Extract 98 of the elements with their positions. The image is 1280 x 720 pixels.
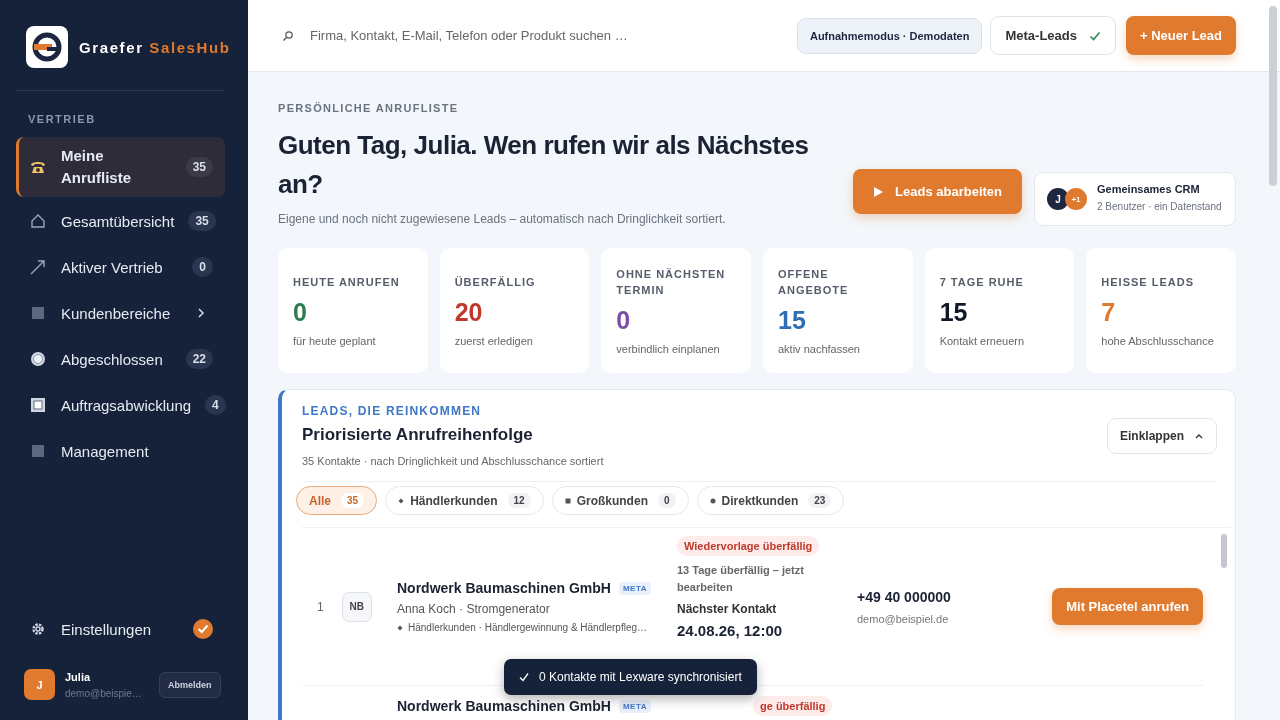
- stat-note: verbindlich einplanen: [616, 343, 721, 355]
- stat-note: Kontakt erneuern: [939, 335, 1026, 347]
- nav-item[interactable]: Aktiver Vertrieb 0: [16, 245, 225, 289]
- mode-badge: Aufnahmemodus · Demodaten: [796, 17, 983, 54]
- settings-item[interactable]: Einstellungen: [16, 607, 225, 651]
- square-icon: [29, 304, 47, 322]
- square-icon: [29, 442, 47, 460]
- company-avatar: NB: [341, 591, 372, 622]
- source-tag: META: [618, 699, 651, 713]
- page-subtitle: Eigene und noch nicht zugewiesene Leads – automatisch nach Dringlichkeit sortiert.: [278, 212, 727, 226]
- stat-label: HEISSE LEADS: [1101, 275, 1195, 290]
- square-icon: [29, 396, 47, 414]
- crm-subtitle: 2 Benutzer · ein Datenstand: [1097, 200, 1222, 214]
- count-badge: 4: [205, 395, 226, 415]
- count-badge: 35: [188, 211, 216, 231]
- count-badge: 23: [808, 493, 832, 508]
- stat-value: 15: [778, 306, 807, 335]
- nav-label: Kundenbereiche: [61, 304, 171, 322]
- user-avatar: J: [1047, 188, 1069, 210]
- stat-note: aktiv nachfassen: [778, 343, 861, 355]
- email-address: demo@beispiel.de: [857, 612, 950, 625]
- status-badge: ge überfällig: [753, 696, 833, 716]
- app-name: Graefer SalesHub: [79, 38, 231, 56]
- diamond-icon: [397, 624, 403, 631]
- section-title: Priorisierte Anrufreihenfolge: [302, 425, 534, 445]
- stat-value: 7: [1101, 298, 1117, 327]
- filter-chip[interactable]: Direktkunden 23: [696, 486, 845, 515]
- nav-label: Management: [61, 442, 149, 460]
- page-title: Guten Tag, Julia. Wen rufen wir als Nächstes an?: [278, 129, 810, 201]
- stat-label: OFFENE ANGEBOTE: [778, 267, 850, 298]
- section-subtitle: 35 Kontakte · nach Dringlichkeit und Abschlusschance sortiert: [302, 455, 604, 467]
- stat-note: zuerst erledigen: [454, 335, 534, 347]
- nav-label: Meine Anrufliste: [61, 146, 132, 188]
- stat-label: HEUTE ANRUFEN: [293, 275, 401, 290]
- source-tag: META: [618, 581, 651, 595]
- nav-label: Abgeschlossen: [61, 350, 163, 368]
- nav-item[interactable]: Auftragsabwicklung 4: [16, 383, 225, 427]
- section-eyebrow: LEADS, DIE REINKOMMEN: [302, 404, 483, 418]
- stat-value: 20: [454, 298, 484, 327]
- stat-label: ÜBERFÄLLIG: [454, 275, 537, 290]
- eyebrow: PERSÖNLICHE ANRUFLISTE: [278, 102, 460, 114]
- search-field[interactable]: Firma, Kontakt, E-Mail, Telefon oder Produkt suchen …: [282, 27, 787, 44]
- user-avatar: J: [24, 669, 55, 700]
- meta-leads-button[interactable]: Meta-Leads: [990, 16, 1116, 55]
- count-badge: 35: [341, 493, 365, 508]
- status-badge: Wiedervorlage überfällig: [677, 536, 820, 556]
- user-avatar: +1: [1065, 188, 1087, 210]
- nav-label: Gesamtübersicht: [61, 212, 175, 230]
- overdue-text: 13 Tage überfällig – jetzt bearbeiten: [677, 563, 805, 595]
- logout-button[interactable]: Abmelden: [159, 671, 221, 698]
- next-contact-date: 24.08.26, 12:00: [677, 622, 783, 639]
- stat-value: 15: [939, 298, 969, 327]
- nav-item[interactable]: Management: [16, 429, 225, 473]
- filter-chip[interactable]: Großkunden 0: [551, 486, 689, 515]
- stat-label: OHNE NÄCHSTEN TERMIN: [616, 267, 727, 298]
- filter-chip[interactable]: Alle 35: [296, 486, 378, 515]
- nav-item[interactable]: Abgeschlossen 22: [16, 337, 225, 381]
- nav-item[interactable]: Kundenbereiche: [16, 291, 225, 335]
- count-badge: 12: [507, 493, 531, 508]
- section-label: VERTRIEB: [27, 113, 97, 125]
- toast-text: 0 Kontakte mit Lexware synchronisiert: [539, 670, 742, 684]
- user-name: Julia: [65, 670, 92, 683]
- check-icon: [519, 672, 529, 682]
- arrow-icon: [29, 258, 47, 276]
- count-badge: 35: [185, 157, 213, 177]
- nav-item[interactable]: Meine Anrufliste 35: [16, 137, 225, 197]
- segment-text: Händlerkunden · Händlergewinnung & Händlerpfleg…: [408, 622, 648, 633]
- filter-chip[interactable]: Händlerkunden 12: [385, 486, 544, 515]
- stat-note: hohe Abschlusschance: [1101, 335, 1215, 347]
- nav-item[interactable]: Gesamtübersicht 35: [16, 199, 225, 243]
- stat-label: 7 TAGE RUHE: [939, 275, 1025, 290]
- stat-value: 0: [616, 306, 632, 335]
- stat-note: für heute geplant: [293, 335, 377, 347]
- contact-line: Anna Koch · Stromgenerator: [397, 602, 551, 616]
- collapse-button[interactable]: Einklappen: [1107, 417, 1217, 454]
- next-contact-label: Nächster Kontakt: [677, 602, 777, 616]
- diamond-icon: [398, 497, 405, 504]
- count-badge: 22: [185, 349, 213, 369]
- company-name: Nordwerk Baumaschinen GmbH: [397, 580, 611, 596]
- search-icon: [282, 29, 294, 42]
- play-icon: [873, 186, 884, 197]
- logo-icon: [26, 26, 68, 68]
- company-name: Nordwerk Baumaschinen GmbH: [397, 698, 611, 714]
- user-email: demo@beispie…: [65, 687, 143, 699]
- home-icon: [29, 212, 47, 230]
- phone-number: +49 40 000000: [857, 588, 952, 605]
- nav-label: Aktiver Vertrieb: [61, 258, 163, 276]
- rank-number: 1: [317, 599, 324, 614]
- count-badge: 0: [657, 493, 676, 508]
- crm-title: Gemeinsames CRM: [1097, 183, 1201, 195]
- nav-label: Auftragsabwicklung: [61, 396, 192, 414]
- scrollbar-thumb[interactable]: [1269, 6, 1277, 186]
- stat-value: 0: [293, 298, 308, 327]
- count-badge: 0: [192, 257, 213, 277]
- scrollbar-thumb[interactable]: [1221, 534, 1227, 568]
- nav-label: Einstellungen: [61, 620, 152, 638]
- dot-icon: [709, 497, 716, 504]
- circle-icon: [29, 350, 47, 368]
